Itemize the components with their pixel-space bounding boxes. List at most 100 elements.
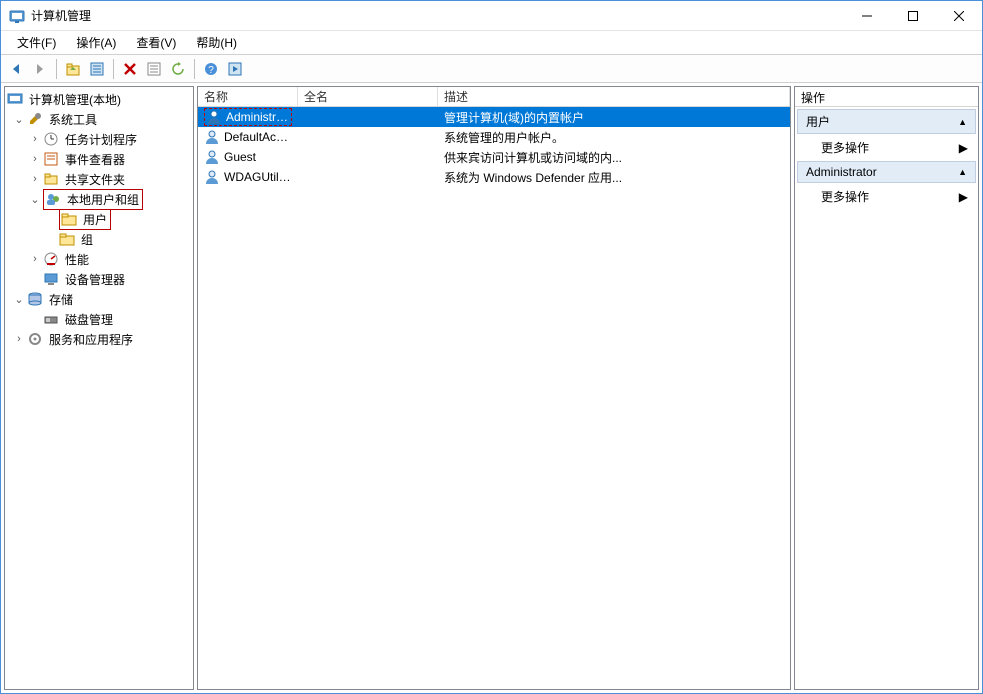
shared-folder-icon xyxy=(43,171,59,187)
user-description: 系统管理的用户帐户。 xyxy=(444,129,564,146)
chevron-right-icon: ▶ xyxy=(959,141,968,155)
tree-groups[interactable]: 组 xyxy=(7,229,191,249)
tree-label: 共享文件夹 xyxy=(63,170,127,189)
performance-icon xyxy=(43,251,59,267)
tree-event-viewer[interactable]: › 事件查看器 xyxy=(7,149,191,169)
tree-label: 存储 xyxy=(47,290,75,309)
menu-help[interactable]: 帮助(H) xyxy=(186,31,247,54)
tree-label: 用户 xyxy=(81,210,109,229)
column-name[interactable]: 名称 xyxy=(198,87,298,106)
refresh-button[interactable] xyxy=(167,58,189,80)
user-row-defaultaccount[interactable]: DefaultAcc... 系统管理的用户帐户。 xyxy=(198,127,790,147)
action-section-users[interactable]: 用户 ▲ xyxy=(797,109,976,134)
actions-panel: 操作 用户 ▲ 更多操作 ▶ Administrator ▲ 更多操作 ▶ xyxy=(794,86,979,690)
minimize-button[interactable] xyxy=(844,1,890,30)
tree-label: 性能 xyxy=(63,250,91,269)
tree-users[interactable]: 用户 xyxy=(7,209,191,229)
delete-button[interactable] xyxy=(119,58,141,80)
actions-header: 操作 xyxy=(795,87,978,107)
menu-view[interactable]: 查看(V) xyxy=(126,31,186,54)
action-section-label: 用户 xyxy=(806,113,830,130)
tree-label: 设备管理器 xyxy=(63,270,127,289)
user-row-guest[interactable]: Guest 供来宾访问计算机或访问域的内... xyxy=(198,147,790,167)
user-icon xyxy=(204,169,220,185)
event-icon xyxy=(43,151,59,167)
tree-label: 事件查看器 xyxy=(63,150,127,169)
up-button[interactable] xyxy=(62,58,84,80)
properties-button[interactable] xyxy=(86,58,108,80)
tree-label: 计算机管理(本地) xyxy=(27,90,123,109)
expand-icon[interactable]: ⌄ xyxy=(11,111,27,127)
user-name: Administrat... xyxy=(226,110,290,124)
user-row-wdagutility[interactable]: WDAGUtilit... 系统为 Windows Defender 应用... xyxy=(198,167,790,187)
computer-management-window: 计算机管理 文件(F) 操作(A) 查看(V) 帮助(H) ? xyxy=(0,0,983,694)
help-button[interactable]: ? xyxy=(200,58,222,80)
menu-action[interactable]: 操作(A) xyxy=(66,31,126,54)
expand-icon[interactable]: ⌄ xyxy=(27,191,43,207)
tree-label: 任务计划程序 xyxy=(63,130,139,149)
user-description: 系统为 Windows Defender 应用... xyxy=(444,169,622,186)
expand-icon[interactable]: › xyxy=(11,331,27,347)
device-manager-icon xyxy=(43,271,59,287)
tools-icon xyxy=(27,111,43,127)
chevron-right-icon: ▶ xyxy=(959,190,968,204)
tree-performance[interactable]: › 性能 xyxy=(7,249,191,269)
collapse-icon: ▲ xyxy=(958,167,967,177)
user-description: 管理计算机(域)的内置帐户 xyxy=(444,109,584,126)
user-icon xyxy=(204,129,220,145)
user-row-administrator[interactable]: Administrat... 管理计算机(域)的内置帐户 xyxy=(198,107,790,127)
separator xyxy=(194,59,195,79)
expand-icon[interactable]: › xyxy=(27,131,43,147)
tree-label: 组 xyxy=(79,230,95,249)
tree-local-users-groups[interactable]: ⌄ 本地用户和组 xyxy=(7,189,191,209)
user-icon xyxy=(206,109,222,125)
app-icon xyxy=(9,8,25,24)
tree-shared-folders[interactable]: › 共享文件夹 xyxy=(7,169,191,189)
action-link-label: 更多操作 xyxy=(821,188,869,205)
tree-disk-management[interactable]: 磁盘管理 xyxy=(7,309,191,329)
options-button[interactable] xyxy=(143,58,165,80)
computer-management-icon xyxy=(7,91,23,107)
users-groups-icon xyxy=(45,191,61,207)
storage-icon xyxy=(27,291,43,307)
extra-button[interactable] xyxy=(224,58,246,80)
back-button[interactable] xyxy=(5,58,27,80)
user-icon xyxy=(204,149,220,165)
action-section-label: Administrator xyxy=(806,165,877,179)
list-header: 名称 全名 描述 xyxy=(198,87,790,107)
tree-device-manager[interactable]: 设备管理器 xyxy=(7,269,191,289)
separator xyxy=(113,59,114,79)
action-more-administrator[interactable]: 更多操作 ▶ xyxy=(797,185,976,208)
tree-storage[interactable]: ⌄ 存储 xyxy=(7,289,191,309)
window-title: 计算机管理 xyxy=(31,7,844,24)
column-fullname[interactable]: 全名 xyxy=(298,87,438,106)
toolbar: ? xyxy=(1,55,982,83)
maximize-button[interactable] xyxy=(890,1,936,30)
menu-file[interactable]: 文件(F) xyxy=(7,31,66,54)
menubar: 文件(F) 操作(A) 查看(V) 帮助(H) xyxy=(1,31,982,55)
folder-icon xyxy=(59,231,75,247)
action-section-administrator[interactable]: Administrator ▲ xyxy=(797,161,976,183)
tree-label: 本地用户和组 xyxy=(65,190,141,209)
action-more-users[interactable]: 更多操作 ▶ xyxy=(797,136,976,159)
tree-task-scheduler[interactable]: › 任务计划程序 xyxy=(7,129,191,149)
titlebar: 计算机管理 xyxy=(1,1,982,31)
expand-icon[interactable]: › xyxy=(27,171,43,187)
tree-label: 系统工具 xyxy=(47,110,99,129)
close-button[interactable] xyxy=(936,1,982,30)
user-description: 供来宾访问计算机或访问域的内... xyxy=(444,149,622,166)
tree-panel[interactable]: 计算机管理(本地) ⌄ 系统工具 › 任务计划程序 › 事件查看器 › 共享文件夹 ⌄ … xyxy=(4,86,194,690)
expand-icon[interactable]: › xyxy=(27,151,43,167)
column-description[interactable]: 描述 xyxy=(438,87,790,106)
tree-root[interactable]: 计算机管理(本地) xyxy=(7,89,191,109)
forward-button[interactable] xyxy=(29,58,51,80)
expand-icon[interactable]: › xyxy=(27,251,43,267)
disk-icon xyxy=(43,311,59,327)
tree-label: 磁盘管理 xyxy=(63,310,115,329)
user-name: WDAGUtilit... xyxy=(224,170,292,184)
expand-icon[interactable]: ⌄ xyxy=(11,291,27,307)
tree-system-tools[interactable]: ⌄ 系统工具 xyxy=(7,109,191,129)
list-rows[interactable]: Administrat... 管理计算机(域)的内置帐户 DefaultAcc.… xyxy=(198,107,790,689)
tree-services-apps[interactable]: ›服务和应用程序 xyxy=(7,329,191,349)
svg-text:?: ? xyxy=(208,65,214,76)
